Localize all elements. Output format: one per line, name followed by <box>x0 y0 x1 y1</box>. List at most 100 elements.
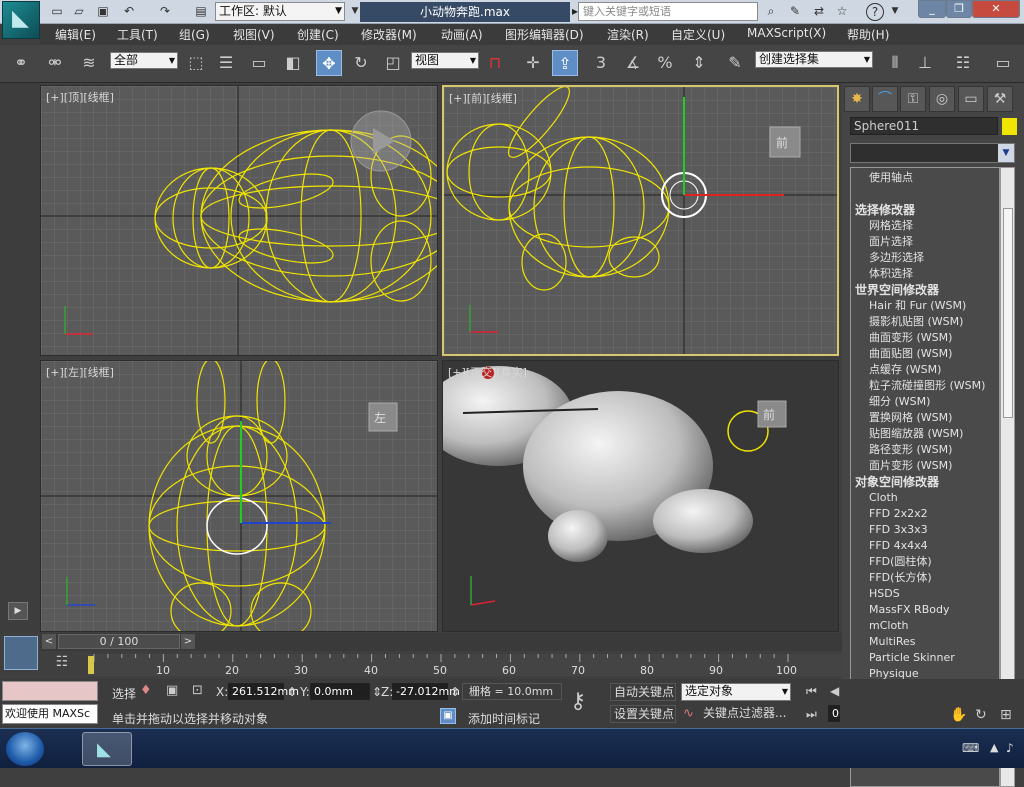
modifier-list-item[interactable]: 曲面贴图 (WSM) <box>851 346 999 362</box>
prev-frame-arrow-icon[interactable]: < <box>42 634 56 649</box>
keyboard-icon[interactable]: ⌨ <box>962 741 979 755</box>
hierarchy-tab-icon[interactable]: ⚿ <box>900 86 926 112</box>
modifier-list-item[interactable]: 使用轴点 <box>851 170 999 186</box>
y-spinner-icon[interactable]: ⇕ <box>287 685 297 699</box>
menu-tools[interactable]: 工具(T) <box>117 26 158 43</box>
star-icon[interactable]: ☆ <box>833 3 851 20</box>
modifier-list-item[interactable]: FFD 4x4x4 <box>851 538 999 554</box>
modifier-list-item[interactable]: 粒子流碰撞图形 (WSM) <box>851 378 999 394</box>
modifier-list-item[interactable]: 面片变形 (WSM) <box>851 458 999 474</box>
viewport-left[interactable]: [+][左][线框] 左 <box>40 360 438 632</box>
modifier-list-item[interactable]: mCloth <box>851 618 999 634</box>
menu-edit[interactable]: 编辑(E) <box>55 26 96 43</box>
maxscript-listener-pink[interactable] <box>2 681 98 701</box>
app-menu-button[interactable]: ◣ <box>2 1 40 39</box>
binoculars-icon[interactable]: ⌕ <box>762 3 780 20</box>
key-filter-curve-icon[interactable]: ∿ <box>683 706 694 721</box>
x-coordinate-field[interactable]: 261.512mm <box>228 683 299 700</box>
time-slider[interactable]: < 0 / 100 > <box>40 633 842 651</box>
pin-icon[interactable]: ♦ <box>140 683 152 698</box>
absolute-mode-icon[interactable]: ⊡ <box>192 683 203 698</box>
current-frame-field[interactable]: 0 <box>828 705 840 722</box>
graphite-tools-icon[interactable]: ▭ <box>990 50 1016 76</box>
select-manipulate-icon[interactable]: ✛ <box>520 50 546 76</box>
bind-space-warp-icon[interactable]: ≋ <box>76 50 102 76</box>
modifier-list-item[interactable]: 面片选择 <box>851 234 999 250</box>
modifier-list-item[interactable]: Cloth <box>851 490 999 506</box>
redo-icon[interactable]: ↷ <box>156 3 174 20</box>
modifier-list-item[interactable]: MassFX RBody <box>851 602 999 618</box>
viewport-top[interactable]: [+][顶][线框] <box>40 85 438 356</box>
key-mode-dropdown[interactable]: 选定对象 ▼ <box>681 683 791 701</box>
viewcube-face[interactable]: 左 <box>374 410 386 425</box>
select-and-move-icon[interactable]: ✥ <box>316 50 342 76</box>
menu-create[interactable]: 创建(C) <box>297 26 339 43</box>
modifier-list-dropdown[interactable]: ▼ <box>850 143 1015 163</box>
start-button[interactable] <box>6 732 44 766</box>
modifier-list-item[interactable]: 体积选择 <box>851 266 999 282</box>
search-input[interactable]: 键入关键字或短语 <box>578 2 758 21</box>
exchange-icon[interactable]: ⇄ <box>810 3 828 20</box>
menu-graph-editors[interactable]: 图形编辑器(D) <box>505 26 584 43</box>
layer-manager-icon[interactable]: ☷ <box>950 50 976 76</box>
modifier-list-item[interactable]: 细分 (WSM) <box>851 394 999 410</box>
time-tag-icon[interactable]: ▣ <box>440 708 456 724</box>
workspace-dropdown[interactable]: 工作区: 默认 ▼ <box>215 2 345 21</box>
save-file-icon[interactable]: ▣ <box>94 3 112 20</box>
taskbar-3dsmax-app[interactable]: ◣ <box>82 732 132 766</box>
menu-help[interactable]: 帮助(H) <box>847 26 889 43</box>
y-coordinate-field[interactable]: 0.0mm <box>310 683 370 700</box>
select-by-name-icon[interactable]: ☰ <box>213 50 239 76</box>
unlink-icon[interactable]: ⚮ <box>42 50 68 76</box>
menu-view[interactable]: 视图(V) <box>233 26 275 43</box>
utilities-tab-icon[interactable]: ⚒ <box>987 86 1013 112</box>
modifier-list-item[interactable]: 曲面变形 (WSM) <box>851 330 999 346</box>
align-icon[interactable]: ⊥ <box>912 50 938 76</box>
close-button[interactable]: ✕ <box>972 0 1020 18</box>
keyboard-shortcut-override-icon[interactable]: ⇪ <box>552 50 578 76</box>
reference-coordinate-dropdown[interactable]: 视图 ▼ <box>411 52 479 69</box>
modify-tab-icon[interactable]: ⌒ <box>872 86 898 112</box>
viewport-label[interactable]: [+][顶][线框] <box>46 89 114 105</box>
modifier-list-item[interactable]: 多边形选择 <box>851 250 999 266</box>
help-chevron-icon[interactable]: ▼ <box>886 3 904 20</box>
mirror-icon[interactable]: ⫴ <box>882 50 908 76</box>
key-icon[interactable]: ✎ <box>786 3 804 20</box>
select-object-icon[interactable]: ⬚ <box>183 50 209 76</box>
mini-curve-editor-icon[interactable]: ☷ <box>48 654 76 676</box>
key-mode-toggle-icon[interactable]: ⏭ <box>806 707 817 722</box>
modifier-list-item[interactable]: Hair 和 Fur (WSM) <box>851 298 999 314</box>
percent-snap-icon[interactable]: % <box>652 50 678 76</box>
z-spinner-icon[interactable]: ⇕ <box>450 685 460 699</box>
modifier-list-item[interactable]: 贴图缩放器 (WSM) <box>851 426 999 442</box>
menu-rendering[interactable]: 渲染(R) <box>607 26 649 43</box>
modifier-list-item[interactable]: FFD(圆柱体) <box>851 554 999 570</box>
scrollbar-thumb[interactable] <box>1003 208 1013 418</box>
select-and-scale-icon[interactable]: ◰ <box>380 50 406 76</box>
expand-arrow-icon[interactable]: ▶ <box>8 602 28 620</box>
modifier-list-item[interactable]: 点缓存 (WSM) <box>851 362 999 378</box>
modifier-list-item[interactable]: Particle Skinner <box>851 650 999 666</box>
pivot-point-icon[interactable]: ⊓ <box>482 50 508 76</box>
next-frame-arrow-icon[interactable]: > <box>181 634 195 649</box>
project-folder-icon[interactable]: ▤ <box>192 3 210 20</box>
viewcube-face[interactable]: 前 <box>763 407 775 422</box>
add-time-tag[interactable]: 添加时间标记 <box>468 710 540 727</box>
modifier-list-item[interactable]: 路径变形 (WSM) <box>851 442 999 458</box>
named-selection-dropdown[interactable]: 创建选择集 ▼ <box>755 51 873 68</box>
modifier-list-item[interactable]: 摄影机贴图 (WSM) <box>851 314 999 330</box>
new-file-icon[interactable]: ▭ <box>48 3 66 20</box>
viewport-layout-icon[interactable] <box>4 636 38 670</box>
viewport-label[interactable]: [+][正交][真实] <box>448 364 527 380</box>
viewport-perspective[interactable]: [+][正交][真实] 前 <box>442 360 839 632</box>
angle-snap-icon[interactable]: ∡ <box>620 50 646 76</box>
minimize-button[interactable]: _ <box>918 0 946 18</box>
rectangular-selection-icon[interactable]: ▭ <box>246 50 272 76</box>
modifier-list-item[interactable]: FFD(长方体) <box>851 570 999 586</box>
menu-animation[interactable]: 动画(A) <box>441 26 483 43</box>
selection-filter-dropdown[interactable]: 全部 ▼ <box>110 52 178 69</box>
select-and-rotate-icon[interactable]: ↻ <box>348 50 374 76</box>
modifier-list-item[interactable]: FFD 2x2x2 <box>851 506 999 522</box>
modifier-list-item[interactable]: 网格选择 <box>851 218 999 234</box>
z-coordinate-field[interactable]: -27.012mm <box>392 683 460 700</box>
